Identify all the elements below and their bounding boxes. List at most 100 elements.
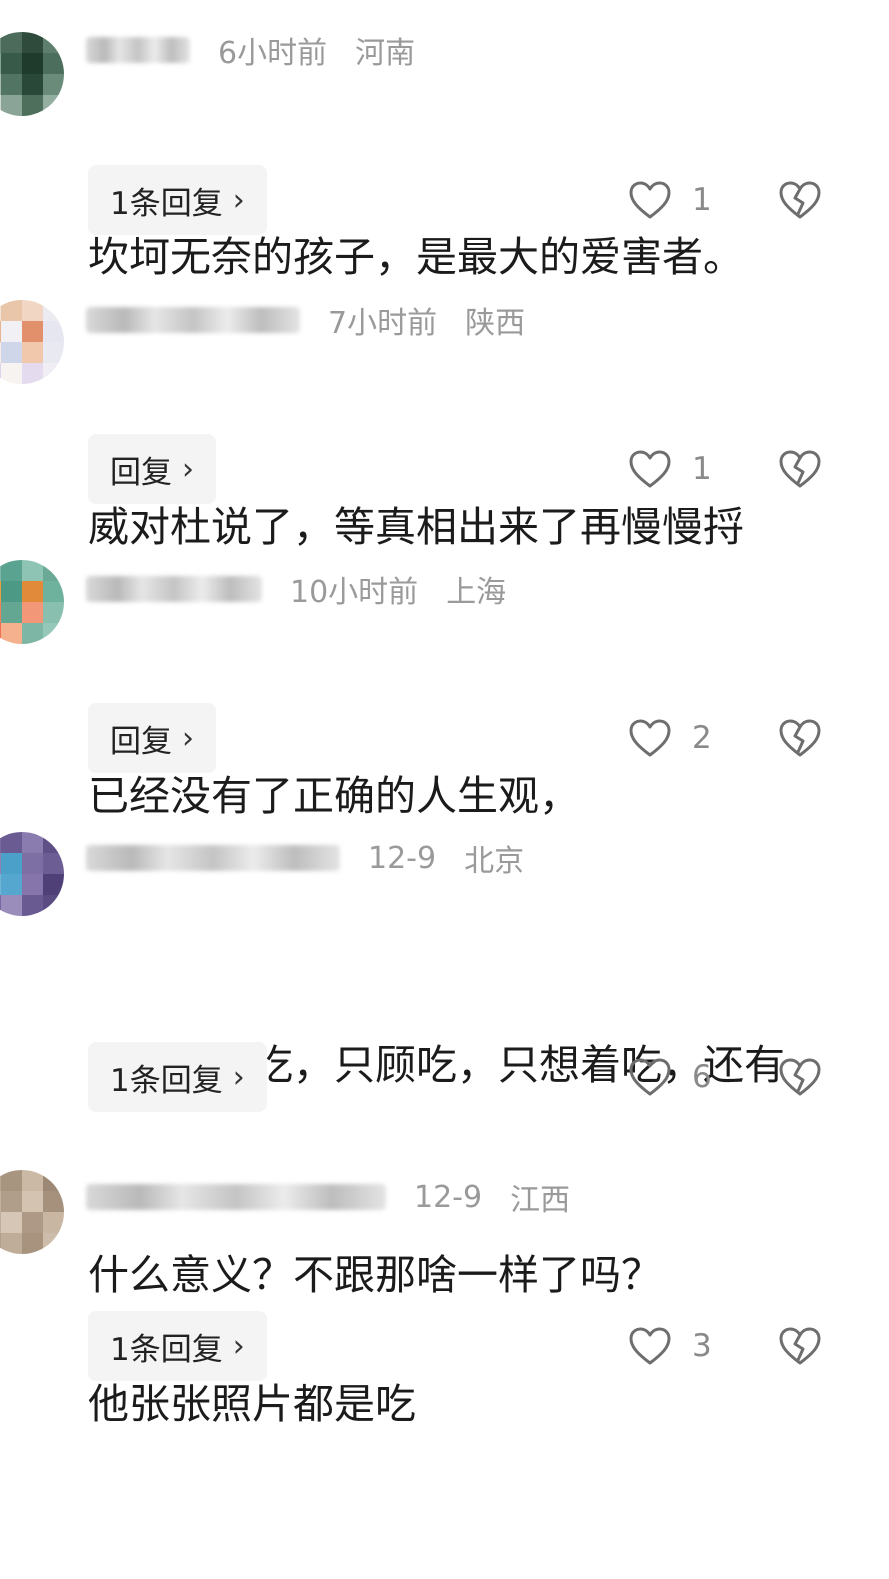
heart-outline-icon bbox=[629, 181, 671, 219]
avatar-pixel bbox=[1, 895, 22, 916]
avatar-pixel bbox=[1, 853, 22, 874]
comment-meta: 12-9 江西 bbox=[86, 1177, 571, 1218]
avatar-pixel bbox=[22, 1233, 43, 1254]
avatar-pixel bbox=[22, 1191, 43, 1212]
like-button[interactable]: 1 bbox=[628, 165, 722, 235]
heart-outline-icon bbox=[629, 450, 671, 488]
avatar-pixel bbox=[22, 1212, 43, 1233]
reply-button[interactable]: 1条回复 › bbox=[88, 165, 267, 235]
chevron-right-icon: › bbox=[232, 1059, 245, 1095]
like-button[interactable]: 3 bbox=[628, 1311, 722, 1381]
reply-button[interactable]: 回复 › bbox=[88, 703, 216, 773]
avatar-pixel bbox=[22, 623, 43, 644]
comment-meta: 10小时前 上海 bbox=[86, 569, 507, 610]
comment-location: 江西 bbox=[510, 1183, 571, 1218]
avatar-pixel bbox=[43, 321, 64, 342]
avatar-pixel bbox=[1, 1233, 22, 1254]
broken-heart-icon bbox=[779, 719, 821, 757]
like-count: 1 bbox=[692, 451, 712, 487]
dislike-button[interactable] bbox=[778, 1311, 822, 1381]
avatar-pixel bbox=[43, 95, 64, 116]
avatar-pixel bbox=[43, 581, 64, 602]
avatar[interactable] bbox=[0, 1170, 64, 1254]
avatar[interactable] bbox=[0, 832, 64, 916]
chevron-right-icon: › bbox=[182, 451, 194, 487]
avatar-pixel bbox=[1, 342, 22, 363]
avatar-pixel bbox=[43, 874, 64, 895]
avatar-pixel bbox=[43, 623, 64, 644]
avatar-pixel bbox=[43, 853, 64, 874]
comment-meta: 6小时前 河南 bbox=[86, 30, 416, 71]
avatar[interactable] bbox=[0, 300, 64, 384]
avatar-pixel bbox=[1, 1170, 22, 1191]
reply-button-label: 回复 bbox=[110, 454, 172, 491]
avatar-pixel bbox=[22, 853, 43, 874]
comment-location: 陕西 bbox=[465, 306, 526, 341]
comment-text[interactable]: 他张张照片都是吃 bbox=[88, 1229, 889, 1579]
comment-time: 7小时前 bbox=[328, 306, 438, 341]
avatar-pixel bbox=[43, 74, 64, 95]
reply-button[interactable]: 回复 › bbox=[88, 434, 216, 504]
avatar-pixel bbox=[22, 560, 43, 581]
avatar[interactable] bbox=[0, 32, 64, 116]
blurred-username[interactable] bbox=[86, 1184, 386, 1210]
broken-heart-icon bbox=[779, 1327, 821, 1365]
like-button[interactable]: 6 bbox=[628, 1042, 722, 1112]
avatar-pixel bbox=[43, 895, 64, 916]
avatar-pixel bbox=[22, 874, 43, 895]
avatar-pixel bbox=[43, 363, 64, 384]
avatar-pixel bbox=[22, 363, 43, 384]
avatar-pixel bbox=[43, 602, 64, 623]
comment-location: 河南 bbox=[355, 36, 416, 71]
dislike-button[interactable] bbox=[778, 434, 822, 504]
avatar-pixel bbox=[1, 95, 22, 116]
reply-button-label: 1条回复 bbox=[110, 185, 223, 222]
chevron-right-icon: › bbox=[232, 182, 245, 218]
broken-heart-icon bbox=[779, 450, 821, 488]
like-count: 2 bbox=[692, 720, 712, 756]
reply-button-label: 回复 bbox=[110, 723, 172, 760]
avatar-pixel bbox=[22, 342, 43, 363]
avatar-pixel bbox=[43, 32, 64, 53]
comment-time: 10小时前 bbox=[290, 575, 419, 610]
avatar-pixel bbox=[1, 874, 22, 895]
avatar-pixel bbox=[43, 832, 64, 853]
like-count: 1 bbox=[692, 182, 712, 218]
avatar-pixel bbox=[1, 74, 22, 95]
avatar-pixel bbox=[22, 74, 43, 95]
heart-outline-icon bbox=[629, 1058, 671, 1096]
like-count: 6 bbox=[692, 1059, 712, 1095]
reply-button[interactable]: 1条回复 › bbox=[88, 1311, 267, 1381]
comment-location: 上海 bbox=[446, 575, 507, 610]
comment-meta: 7小时前 陕西 bbox=[86, 300, 526, 341]
like-button[interactable]: 1 bbox=[628, 434, 722, 504]
avatar-pixel bbox=[22, 581, 43, 602]
blurred-username[interactable] bbox=[86, 845, 340, 871]
blurred-username[interactable] bbox=[86, 576, 262, 602]
dislike-button[interactable] bbox=[778, 165, 822, 235]
broken-heart-icon bbox=[779, 181, 821, 219]
avatar-pixel bbox=[43, 1212, 64, 1233]
reply-button-label: 1条回复 bbox=[110, 1331, 223, 1368]
avatar-pixel bbox=[1, 1191, 22, 1212]
avatar-pixel bbox=[22, 321, 43, 342]
reply-button[interactable]: 1条回复 › bbox=[88, 1042, 267, 1112]
comment-location: 北京 bbox=[464, 844, 525, 879]
dislike-button[interactable] bbox=[778, 703, 822, 773]
avatar-pixel bbox=[43, 560, 64, 581]
avatar-pixel bbox=[1, 363, 22, 384]
avatar-pixel bbox=[22, 53, 43, 74]
blurred-username[interactable] bbox=[86, 37, 190, 63]
heart-outline-icon bbox=[629, 719, 671, 757]
comment-time: 12-9 bbox=[414, 1179, 483, 1215]
avatar-pixel bbox=[1, 560, 22, 581]
avatar-pixel bbox=[22, 895, 43, 916]
avatar-pixel bbox=[43, 1233, 64, 1254]
avatar-pixel bbox=[22, 95, 43, 116]
reply-button-label: 1条回复 bbox=[110, 1062, 223, 1099]
dislike-button[interactable] bbox=[778, 1042, 822, 1112]
like-button[interactable]: 2 bbox=[628, 703, 722, 773]
blurred-username[interactable] bbox=[86, 307, 300, 333]
avatar-pixel bbox=[1, 53, 22, 74]
avatar[interactable] bbox=[0, 560, 64, 644]
